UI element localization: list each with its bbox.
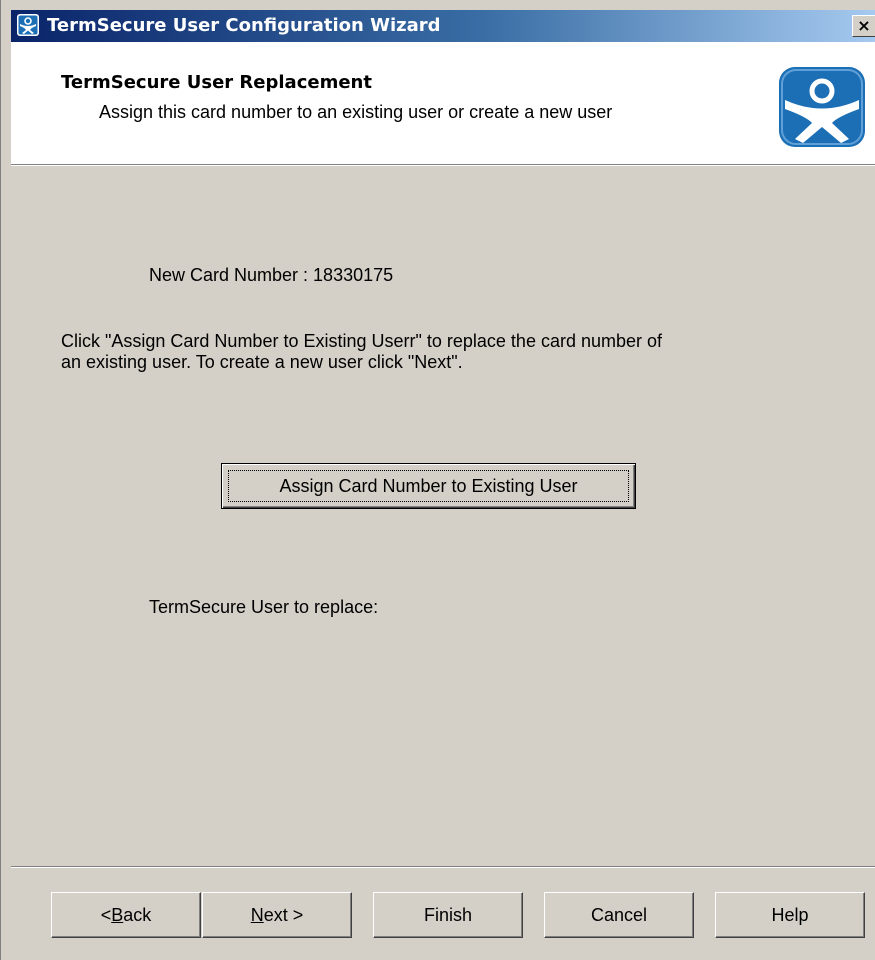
assign-card-number-button[interactable]: Assign Card Number to Existing User [221,463,636,509]
cancel-button[interactable]: Cancel [544,892,694,938]
thinmanager-logo [779,67,865,147]
assign-button-label: Assign Card Number to Existing User [228,470,629,502]
new-card-number-label: New Card Number : 18330175 [149,265,394,285]
page-title: TermSecure User Replacement [61,72,372,93]
next-button[interactable]: Next > [202,892,352,938]
user-to-replace-label: TermSecure User to replace: [149,597,379,617]
close-icon: × [857,16,871,35]
close-button[interactable]: × [852,15,875,37]
footer-separator-highlight [11,867,875,868]
instruction-line-1: Click "Assign Card Number to Existing Us… [61,331,663,351]
back-rest: ack [123,904,152,925]
help-label: Help [771,904,809,925]
back-mnemonic: B [111,904,124,925]
back-prefix: < [100,904,112,925]
next-rest: ext > [263,904,304,925]
window-title: TermSecure User Configuration Wizard [47,15,441,36]
wizard-window: TermSecure User Configuration Wizard × T… [0,0,875,960]
finish-button[interactable]: Finish [373,892,523,938]
thinmanager-icon [17,14,39,36]
next-mnemonic: N [250,904,264,925]
back-button[interactable]: < Back [51,892,201,938]
finish-label: Finish [423,904,472,925]
instruction-line-2: an existing user. To create a new user c… [61,352,463,372]
header-separator-highlight [11,165,875,166]
title-bar[interactable]: TermSecure User Configuration Wizard × [11,10,875,42]
page-subtitle: Assign this card number to an existing u… [99,102,613,122]
help-button[interactable]: Help [715,892,865,938]
cancel-label: Cancel [590,904,648,925]
wizard-header: TermSecure User Replacement Assign this … [11,42,875,164]
